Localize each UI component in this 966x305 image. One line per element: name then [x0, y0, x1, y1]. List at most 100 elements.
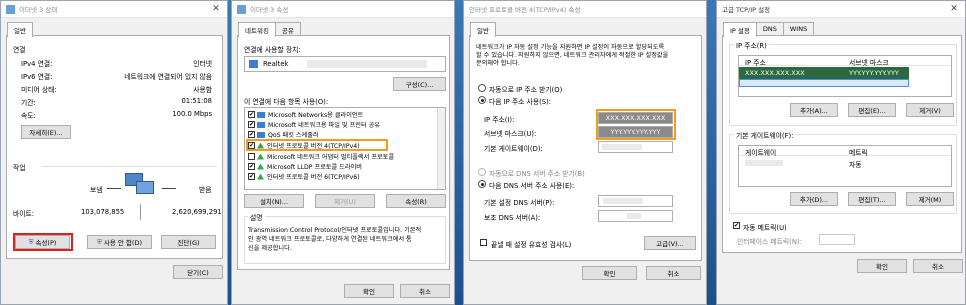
close-icon[interactable]: ✕ — [205, 4, 227, 14]
tab-networking[interactable]: 네트워킹 — [238, 22, 276, 37]
auto-metric-label: 자동 메트릭(U) — [743, 224, 787, 232]
checkbox[interactable]: ✔ — [248, 173, 255, 180]
cancel-button[interactable]: 취소 — [646, 266, 701, 280]
list-item[interactable]: ✔ Microsoft 네트워크용 파일 및 프린터 공유 — [248, 120, 380, 129]
network-icon — [257, 131, 265, 138]
close-icon[interactable]: ✕ — [943, 4, 965, 14]
speed-label: 속도: — [21, 112, 36, 120]
dns1-label: 기본 설정 DNS 서버(P): — [484, 199, 555, 207]
bytes-label: 바이트: — [13, 210, 35, 218]
advanced-button[interactable]: 고급(V)... — [644, 236, 696, 250]
description-group: 설명 Transmission Control Protocol/인터넷 프로토… — [244, 212, 446, 264]
manual-dns-label: 다음 DNS 서버 주소 사용(E): — [489, 182, 575, 190]
highlight-box — [596, 109, 676, 140]
network-icon — [257, 121, 265, 128]
items-label: 이 연결에 다음 항목 사용(O): — [244, 98, 329, 106]
tab-dns[interactable]: DNS — [755, 22, 784, 36]
media-value: 사용함 — [193, 86, 212, 94]
ok-button[interactable]: 확인 — [582, 266, 637, 280]
edit-ip-button[interactable]: 편집(E)... — [848, 103, 896, 117]
bytes-recv: 2,620,699,291 — [172, 208, 222, 216]
tab-general[interactable]: 일반 — [470, 22, 496, 37]
tab-wins[interactable]: WINS — [782, 22, 815, 36]
networking-panel: 연결에 사용할 장치: Realtek 구성(C)... 이 연결에 다음 항목… — [237, 35, 450, 270]
description-line: 신을 제공합니다. — [248, 245, 292, 252]
remove-button[interactable]: 제거(U) — [315, 194, 375, 208]
disable-button[interactable]: ⛨ 사용 안 함(D) — [87, 235, 152, 249]
ipv4-label: IPv4 연결: — [21, 60, 53, 68]
media-label: 미디어 상태: — [21, 86, 57, 94]
list-item[interactable]: ✔ QoS 패킷 스케줄러 — [248, 130, 319, 139]
adapter-redacted — [307, 60, 427, 68]
ip-label: IP 주소(I): — [484, 116, 515, 124]
tab-ip-settings[interactable]: IP 설정 — [723, 22, 757, 37]
remove-gateway-button[interactable]: 제거(M) — [906, 192, 954, 206]
auto-dns-radio[interactable] — [478, 168, 486, 176]
scrollbar[interactable] — [437, 108, 445, 189]
table-row-ip[interactable]: XXX.XXX.XXX.XXX — [739, 67, 839, 79]
add-gateway-button[interactable]: 추가(D)... — [790, 192, 838, 206]
ok-button[interactable]: 확인 — [344, 284, 394, 298]
table-row-mask[interactable]: YYY.YYY.YYY.YYY — [839, 67, 909, 79]
auto-ip-radio[interactable] — [478, 84, 486, 92]
tab-general[interactable]: 일반 — [7, 22, 33, 37]
intro-line: 문의해야 합니다. — [476, 60, 520, 67]
checkbox[interactable]: ✔ — [248, 131, 255, 138]
gateway-input[interactable] — [598, 141, 673, 153]
auto-dns-label: 자동으로 DNS 서버 주소 받기(B) — [489, 170, 585, 178]
mask-label: 서브넷 마스크(U): — [484, 130, 537, 138]
tab-sharing[interactable]: 공유 — [274, 22, 301, 36]
protocol-icon — [257, 153, 264, 160]
iface-metric-input[interactable] — [819, 234, 855, 245]
item-properties-button[interactable]: 속성(R) — [386, 194, 446, 208]
manual-ip-radio[interactable] — [478, 96, 486, 104]
window-title: 인터넷 프로토콜 버전 4(TCP/IPv4) 속성 — [469, 6, 581, 14]
section-activity: 작업 — [13, 164, 26, 172]
validate-checkbox[interactable] — [480, 239, 487, 246]
configure-button[interactable]: 구성(C)... — [393, 77, 446, 91]
gateway-section-title: 기본 게이트웨이(F): — [734, 130, 796, 140]
checkbox[interactable]: ✔ — [248, 121, 255, 128]
table-row-selected[interactable] — [739, 79, 909, 87]
advanced-window: 고급 TCP/IP 설정 ✕ IP 설정 DNS WINS IP 주소(R) I… — [716, 0, 966, 305]
checkbox[interactable] — [248, 153, 255, 160]
list-item[interactable]: ✔ Microsoft LLDP 프로토콜 드라이버 — [248, 162, 362, 171]
ipv4-titlebar: 인터넷 프로토콜 버전 4(TCP/IPv4) 속성 — [464, 1, 706, 18]
ok-button[interactable]: 확인 — [857, 259, 907, 273]
gateway-table-header: 게이트웨이 메트릭 — [739, 146, 951, 157]
cancel-button[interactable]: 취소 — [400, 284, 450, 298]
manual-dns-radio[interactable] — [478, 180, 486, 188]
general-panel: 네트워크가 IP 자동 설정 기능을 지원하면 IP 설정이 자동으로 할당되도… — [469, 35, 702, 261]
list-item[interactable]: Microsoft 네트워크 어댑터 멀티플렉서 프로토콜 — [248, 152, 394, 161]
add-ip-button[interactable]: 추가(A)... — [790, 103, 838, 117]
dns1-redacted — [603, 198, 643, 204]
list-item[interactable]: ✔ 인터넷 프로토콜 버전 6(TCP/IPv6) — [248, 172, 360, 181]
checkbox[interactable]: ✔ — [248, 111, 255, 118]
gateway-table[interactable]: 게이트웨이 메트릭 자동 — [738, 145, 952, 187]
computers-icon — [125, 173, 155, 197]
close-button[interactable]: 닫기(C) — [173, 265, 223, 279]
install-button[interactable]: 설치(N)... — [244, 194, 304, 208]
status-window: 이더넷 3 상태 ✕ 일반 연결 IPv4 연결: 인터넷 IPv6 연결: 네… — [0, 0, 228, 305]
cancel-button[interactable]: 취소 — [913, 259, 963, 273]
diagnose-button[interactable]: 진단(G) — [161, 235, 216, 249]
gateway-group: 기본 게이트웨이(F): 게이트웨이 메트릭 자동 추가(D)... 편집(T)… — [729, 130, 957, 214]
ipv4-window: 인터넷 프로토콜 버전 4(TCP/IPv4) 속성 일반 네트워크가 IP 자… — [463, 0, 707, 305]
dns2-input[interactable] — [598, 210, 673, 222]
advanced-titlebar: 고급 TCP/IP 설정 ✕ — [717, 1, 965, 18]
sent-label: 보냄 — [90, 186, 103, 194]
dns1-input[interactable] — [598, 195, 673, 207]
adapter-name: Realtek — [263, 60, 289, 68]
checkbox[interactable]: ✔ — [248, 163, 255, 170]
details-button[interactable]: 자세히(E)... — [21, 125, 71, 139]
adapter-field: Realtek — [244, 56, 446, 72]
auto-metric-checkbox[interactable]: ✔ — [733, 222, 740, 229]
dns2-redacted — [627, 213, 641, 219]
list-item[interactable]: ✔ Microsoft Networks용 클라이언트 — [248, 110, 363, 119]
ip-table[interactable]: IP 주소 서브넷 마스크 XXX.XXX.XXX.XXX YYY.YYY.YY… — [738, 55, 952, 97]
remove-ip-button[interactable]: 제거(V) — [906, 103, 954, 117]
edit-gateway-button[interactable]: 편집(T)... — [848, 192, 896, 206]
sent-line — [107, 188, 121, 189]
gateway-redacted — [745, 160, 783, 166]
status-titlebar: 이더넷 3 상태 ✕ — [1, 1, 227, 18]
